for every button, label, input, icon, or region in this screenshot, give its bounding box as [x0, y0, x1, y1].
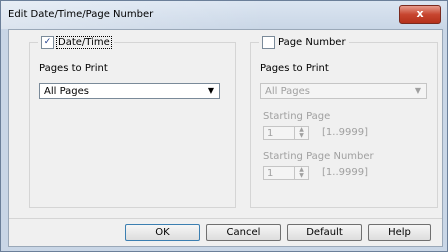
- date-time-checkbox[interactable]: ✓: [41, 36, 54, 49]
- close-button[interactable]: x: [399, 5, 441, 24]
- date-time-group: ✓ Date/Time Pages to Print All Pages ▼: [29, 36, 236, 208]
- page-number-checkbox-label[interactable]: Page Number: [278, 37, 346, 48]
- spin-arrows-icon[interactable]: ▲ ▼: [294, 127, 308, 139]
- default-button[interactable]: Default: [287, 224, 362, 241]
- page-number-pages-to-print-label: Pages to Print: [260, 63, 329, 74]
- date-time-pages-to-print-label: Pages to Print: [39, 63, 108, 74]
- starting-page-spinbox[interactable]: 1 ▲ ▼: [263, 126, 309, 140]
- cancel-button[interactable]: Cancel: [206, 224, 281, 241]
- starting-page-label: Starting Page: [263, 111, 331, 122]
- page-number-pages-to-print-select[interactable]: All Pages ▼: [260, 83, 427, 99]
- date-time-checkbox-label[interactable]: Date/Time: [56, 36, 112, 49]
- dialog-window: Edit Date/Time/Page Number x ✓ Date/Time…: [0, 0, 448, 252]
- page-number-checkbox[interactable]: [262, 36, 275, 49]
- button-separator: [9, 218, 442, 219]
- starting-page-number-label: Starting Page Number: [263, 151, 374, 162]
- date-time-checkbox-row[interactable]: ✓ Date/Time: [38, 36, 114, 49]
- starting-page-number-value: 1: [267, 168, 274, 179]
- starting-page-number-spinbox[interactable]: 1 ▲ ▼: [263, 166, 309, 180]
- spin-arrows-icon[interactable]: ▲ ▼: [294, 167, 308, 179]
- date-time-pages-to-print-select[interactable]: All Pages ▼: [39, 83, 220, 99]
- title-bar[interactable]: Edit Date/Time/Page Number x: [1, 1, 447, 29]
- date-time-pages-to-print-value: All Pages: [44, 86, 89, 97]
- page-number-group: Page Number Pages to Print All Pages ▼ S…: [250, 36, 438, 208]
- window-title: Edit Date/Time/Page Number: [8, 9, 154, 20]
- page-number-pages-to-print-value: All Pages: [265, 86, 310, 97]
- chevron-down-icon: ▼: [414, 86, 421, 95]
- starting-page-value: 1: [267, 128, 274, 139]
- chevron-down-icon: ▼: [207, 86, 214, 95]
- starting-page-number-range: [1..9999]: [322, 167, 368, 178]
- starting-page-range: [1..9999]: [322, 127, 368, 138]
- ok-button[interactable]: OK: [125, 224, 200, 241]
- dialog-body: ✓ Date/Time Pages to Print All Pages ▼ P…: [8, 29, 443, 247]
- help-button[interactable]: Help: [368, 224, 431, 241]
- page-number-checkbox-row[interactable]: Page Number: [259, 36, 349, 49]
- close-icon: x: [416, 7, 424, 20]
